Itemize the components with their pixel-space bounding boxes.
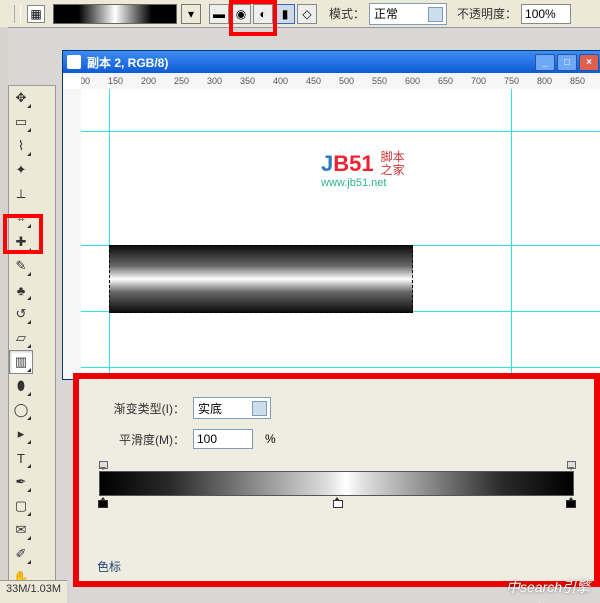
gradient-linear-icon[interactable]: ▬ — [209, 4, 229, 24]
ruler-tick: 800 — [537, 76, 552, 86]
app-left-strip — [0, 27, 8, 603]
lasso-tool-icon[interactable]: ⌇ — [9, 134, 33, 158]
guide-horizontal[interactable] — [81, 131, 600, 132]
opacity-value: 100% — [525, 7, 556, 21]
minimize-button[interactable]: _ — [535, 54, 555, 71]
gradient-type-label: 渐变类型(I)： — [93, 400, 185, 417]
smoothness-value: 100 — [197, 432, 217, 446]
ruler-tick: 400 — [273, 76, 288, 86]
crop-tool-icon[interactable]: ⟂ — [9, 182, 33, 206]
ruler-vertical — [63, 89, 82, 379]
ruler-tick: 550 — [372, 76, 387, 86]
dodge-tool-icon[interactable]: ◯ — [9, 398, 33, 422]
move-tool-icon[interactable]: ✥ — [9, 86, 33, 110]
blur-tool-icon[interactable]: ⬮ — [9, 374, 33, 398]
ruler-tick: 300 — [207, 76, 222, 86]
heal-tool-icon[interactable]: ✚ — [9, 230, 33, 254]
shape-tool-icon[interactable]: ▢ — [9, 494, 33, 518]
color-stop[interactable] — [332, 497, 343, 507]
options-bar: ▦ ▾ ▬ ◉ ◐ ▮ ◇ 模式： 正常 不透明度： 100% — [0, 0, 600, 28]
opacity-input[interactable]: 100% — [521, 4, 571, 24]
ruler-tick: 150 — [108, 76, 123, 86]
mode-dropdown[interactable]: 正常 — [369, 3, 447, 25]
gradient-type-value: 实底 — [198, 400, 222, 417]
smoothness-unit: % — [265, 432, 276, 446]
close-button[interactable]: × — [579, 54, 599, 71]
ruler-tick: 350 — [240, 76, 255, 86]
maximize-button[interactable]: □ — [557, 54, 577, 71]
opacity-stop[interactable] — [97, 461, 108, 470]
document-icon — [67, 55, 81, 69]
status-bar: 33M/1.03M — [0, 580, 67, 603]
path-select-tool-icon[interactable]: ▸ — [9, 422, 33, 446]
smoothness-label: 平滑度(M)： — [93, 431, 185, 448]
notes-tool-icon[interactable]: ✉ — [9, 518, 33, 542]
ruler-tick: 750 — [504, 76, 519, 86]
gradient-selection[interactable] — [109, 245, 413, 313]
watermark-url: www.jb51.net — [321, 177, 386, 189]
pen-tool-icon[interactable]: ✒ — [9, 470, 33, 494]
status-text: 33M/1.03M — [6, 583, 61, 595]
watermark-sub: 脚本 之家 — [381, 151, 405, 177]
ruler-tick: 200 — [141, 76, 156, 86]
eraser-tool-icon[interactable]: ▱ — [9, 326, 33, 350]
ruler-tick: 450 — [306, 76, 321, 86]
gradient-type-dropdown[interactable]: 实底 — [193, 397, 271, 419]
gradient-angle-icon[interactable]: ◐ — [253, 4, 273, 24]
color-stop[interactable] — [565, 497, 576, 507]
mode-label: 模式： — [329, 5, 365, 22]
opacity-label: 不透明度： — [457, 5, 517, 22]
gradient-picker-caret[interactable]: ▾ — [181, 4, 201, 24]
history-brush-tool-icon[interactable]: ↺ — [9, 302, 33, 326]
ruler-tick: 250 — [174, 76, 189, 86]
gradient-editor-panel: 渐变类型(I)： 实底 平滑度(M)： 100 % 色标 — [78, 378, 595, 582]
ruler-tick: 850 — [570, 76, 585, 86]
ruler-tick: 100 — [81, 76, 90, 86]
gradient-bar[interactable] — [99, 471, 574, 496]
ruler-tick: 650 — [438, 76, 453, 86]
marquee-tool-icon[interactable]: ▭ — [9, 110, 33, 134]
gradient-tool-icon[interactable]: ▥ — [9, 350, 33, 374]
stops-label: 色标 — [97, 558, 121, 575]
gradient-radial-icon[interactable]: ◉ — [231, 4, 251, 24]
footer-watermark: 中search引擎 — [506, 577, 590, 597]
document-title: 副本 2, RGB/8) — [87, 54, 168, 71]
ruler-tick: 700 — [471, 76, 486, 86]
eyedropper-tool-icon[interactable]: ✐ — [9, 542, 33, 566]
canvas[interactable]: JB51 脚本 之家 www.jb51.net — [81, 89, 600, 379]
toolbox: ✥ ▭ ⌇ ✦ ⟂ ⌗ ✚ ✎ ♣ ↺ ▱ ▥ ⬮ ◯ ▸ T ✒ ▢ ✉ ✐ … — [8, 85, 56, 603]
slice-tool-icon[interactable]: ⌗ — [9, 206, 33, 230]
wand-tool-icon[interactable]: ✦ — [9, 158, 33, 182]
ruler-horizontal: 100 150 200 250 300 350 400 450 500 550 600 650 700 7… — [81, 73, 600, 90]
mode-value: 正常 — [374, 5, 398, 22]
gradient-type-group: ▬ ◉ ◐ ▮ ◇ — [209, 4, 317, 24]
guide-horizontal[interactable] — [81, 367, 600, 368]
gradient-preview[interactable] — [53, 4, 177, 24]
ruler-tick: 600 — [405, 76, 420, 86]
gradient-reflected-icon[interactable]: ▮ — [275, 4, 295, 24]
brush-tool-icon[interactable]: ✎ — [9, 254, 33, 278]
document-window: 副本 2, RGB/8) _ □ × 100 150 200 250 300 350 400… — [62, 50, 600, 380]
gradient-diamond-icon[interactable]: ◇ — [297, 4, 317, 24]
type-tool-icon[interactable]: T — [9, 446, 33, 470]
watermark: JB51 脚本 之家 www.jb51.net — [321, 151, 405, 189]
stamp-tool-icon[interactable]: ♣ — [9, 278, 33, 302]
guide-vertical[interactable] — [109, 89, 110, 379]
ruler-tick: 500 — [339, 76, 354, 86]
smoothness-input[interactable]: 100 — [193, 429, 253, 449]
tool-preset-icon[interactable]: ▦ — [27, 5, 45, 23]
color-stop[interactable] — [97, 497, 108, 507]
title-bar: 副本 2, RGB/8) _ □ × — [63, 51, 600, 73]
grip-icon — [14, 5, 21, 23]
guide-vertical[interactable] — [511, 89, 512, 379]
opacity-stop[interactable] — [565, 461, 576, 470]
